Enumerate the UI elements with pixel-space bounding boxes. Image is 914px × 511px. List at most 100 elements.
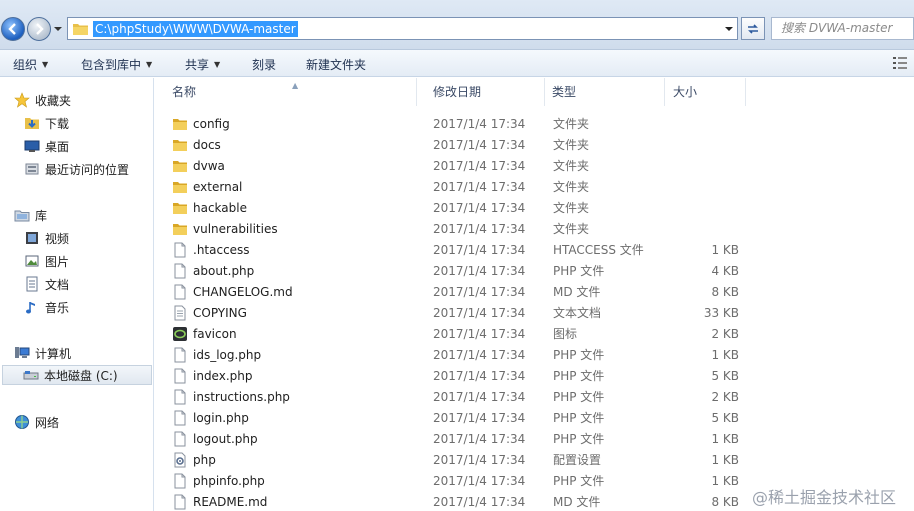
sidebar-item-recent[interactable]: 最近访问的位置 <box>24 159 152 179</box>
file-type: PHP 文件 <box>553 474 605 488</box>
sidebar-item-downloads[interactable]: 下载 <box>24 113 152 133</box>
file-name[interactable]: hackable <box>193 200 247 217</box>
file-name[interactable]: phpinfo.php <box>193 473 265 490</box>
file-type: MD 文件 <box>553 495 601 509</box>
burn-button[interactable]: 刻录 <box>252 56 276 73</box>
watermark: @稀土掘金技术社区 <box>752 488 897 507</box>
star-icon <box>14 92 30 108</box>
column-header-label: 修改日期 <box>433 85 482 99</box>
sidebar-item-network[interactable]: 网络 <box>14 412 152 432</box>
file-size: 1 KB <box>711 243 739 257</box>
video-icon <box>24 230 40 246</box>
file-name[interactable]: dvwa <box>193 158 225 175</box>
file-name[interactable]: login.php <box>193 410 249 427</box>
file-modified-date: 2017/1/4 17:34 <box>433 495 526 509</box>
arrow-left-icon <box>8 23 16 35</box>
file-size: 1 KB <box>711 453 739 467</box>
navigation-pane: 收藏夹 下载 桌面 最近访问的位置 库 视频 图片 文档 音乐 计算机 本地磁盘… <box>0 78 154 511</box>
file-name[interactable]: vulnerabilities <box>193 221 278 238</box>
address-path[interactable]: C:\phpStudy\WWW\DVWA-master <box>93 20 298 37</box>
new-folder-button[interactable]: 新建文件夹 <box>306 56 366 73</box>
file-modified-date: 2017/1/4 17:34 <box>433 453 526 467</box>
sidebar-item-videos[interactable]: 视频 <box>24 228 152 248</box>
table-row[interactable]: instructions.php 2017/1/4 17:34 PHP 文件 2 KB <box>170 387 745 408</box>
file-name[interactable]: config <box>193 116 230 133</box>
share-button[interactable]: 共享 ▼ <box>185 56 220 73</box>
caret-down-icon: ▼ <box>146 60 153 69</box>
table-row[interactable]: config 2017/1/4 17:34 文件夹 <box>170 114 745 135</box>
file-type: 文本文档 <box>553 306 602 320</box>
file-icon <box>172 410 188 426</box>
table-row[interactable]: about.php 2017/1/4 17:34 PHP 文件 4 KB <box>170 261 745 282</box>
column-header-modified[interactable]: 修改日期 <box>425 78 545 106</box>
arrow-right-icon <box>36 23 44 35</box>
table-row[interactable]: hackable 2017/1/4 17:34 文件夹 <box>170 198 745 219</box>
sidebar-item-label: 最近访问的位置 <box>45 162 130 177</box>
file-type: PHP 文件 <box>553 411 605 425</box>
file-name[interactable]: COPYING <box>193 305 247 322</box>
sidebar-item-local-disk[interactable]: 本地磁盘 (C:) <box>2 365 152 385</box>
table-row[interactable]: ids_log.php 2017/1/4 17:34 PHP 文件 1 KB <box>170 345 745 366</box>
forward-button[interactable] <box>27 17 51 41</box>
sidebar-item-desktop[interactable]: 桌面 <box>24 136 152 156</box>
file-name[interactable]: instructions.php <box>193 389 290 406</box>
file-name[interactable]: php <box>193 452 216 469</box>
recent-places-icon <box>24 161 40 177</box>
file-name[interactable]: CHANGELOG.md <box>193 284 293 301</box>
file-modified-date: 2017/1/4 17:34 <box>433 327 526 341</box>
sidebar-item-pictures[interactable]: 图片 <box>24 251 152 271</box>
file-type: 文件夹 <box>553 117 590 131</box>
column-header-size[interactable]: 大小 <box>665 78 746 106</box>
table-row[interactable]: CHANGELOG.md 2017/1/4 17:34 MD 文件 8 KB <box>170 282 745 303</box>
view-options-icon[interactable] <box>893 57 907 69</box>
sidebar-item-label: 库 <box>35 208 48 223</box>
table-row[interactable]: external 2017/1/4 17:34 文件夹 <box>170 177 745 198</box>
column-header-name[interactable]: 名称 <box>155 78 417 106</box>
sidebar-item-label: 收藏夹 <box>35 93 72 108</box>
recent-pages-chevron-down-icon[interactable] <box>53 24 63 34</box>
computer-icon <box>14 345 30 361</box>
table-row[interactable]: php 2017/1/4 17:34 配置设置 1 KB <box>170 450 745 471</box>
address-chevron-down-icon[interactable] <box>725 25 733 33</box>
table-row[interactable]: favicon 2017/1/4 17:34 图标 2 KB <box>170 324 745 345</box>
table-row[interactable]: dvwa 2017/1/4 17:34 文件夹 <box>170 156 745 177</box>
table-row[interactable]: index.php 2017/1/4 17:34 PHP 文件 5 KB <box>170 366 745 387</box>
file-modified-date: 2017/1/4 17:34 <box>433 138 526 152</box>
include-library-button[interactable]: 包含到库中 ▼ <box>81 56 152 73</box>
folder-icon <box>172 221 188 237</box>
file-modified-date: 2017/1/4 17:34 <box>433 432 526 446</box>
back-button[interactable] <box>1 17 25 41</box>
sidebar-item-music[interactable]: 音乐 <box>24 297 152 317</box>
sidebar-item-documents[interactable]: 文档 <box>24 274 152 294</box>
file-icon <box>172 263 188 279</box>
sidebar-item-favorites[interactable]: 收藏夹 <box>14 90 152 110</box>
table-row[interactable]: logout.php 2017/1/4 17:34 PHP 文件 1 KB <box>170 429 745 450</box>
table-row[interactable]: phpinfo.php 2017/1/4 17:34 PHP 文件 1 KB <box>170 471 745 492</box>
sidebar-item-computer[interactable]: 计算机 <box>14 343 152 363</box>
file-size: 1 KB <box>711 432 739 446</box>
file-name[interactable]: about.php <box>193 263 254 280</box>
file-modified-date: 2017/1/4 17:34 <box>433 159 526 173</box>
table-row[interactable]: login.php 2017/1/4 17:34 PHP 文件 5 KB <box>170 408 745 429</box>
table-row[interactable]: README.md 2017/1/4 17:34 MD 文件 8 KB <box>170 492 745 511</box>
file-name[interactable]: .htaccess <box>193 242 250 259</box>
table-row[interactable]: docs 2017/1/4 17:34 文件夹 <box>170 135 745 156</box>
table-row[interactable]: COPYING 2017/1/4 17:34 文本文档 33 KB <box>170 303 745 324</box>
file-name[interactable]: external <box>193 179 242 196</box>
file-name[interactable]: favicon <box>193 326 237 343</box>
file-name[interactable]: index.php <box>193 368 252 385</box>
file-name[interactable]: docs <box>193 137 221 154</box>
table-row[interactable]: .htaccess 2017/1/4 17:34 HTACCESS 文件 1 KB <box>170 240 745 261</box>
address-input[interactable]: C:\phpStudy\WWW\DVWA-master <box>67 17 738 40</box>
organize-button[interactable]: 组织 ▼ <box>13 56 48 73</box>
refresh-button[interactable] <box>741 17 765 40</box>
table-row[interactable]: vulnerabilities 2017/1/4 17:34 文件夹 <box>170 219 745 240</box>
file-modified-date: 2017/1/4 17:34 <box>433 369 526 383</box>
column-header-type[interactable]: 类型 <box>545 78 665 106</box>
sidebar-item-libraries[interactable]: 库 <box>14 205 152 225</box>
search-input[interactable]: 搜索 DVWA-master <box>771 17 914 40</box>
file-type: PHP 文件 <box>553 369 605 383</box>
file-name[interactable]: ids_log.php <box>193 347 261 364</box>
file-name[interactable]: README.md <box>193 494 267 511</box>
file-name[interactable]: logout.php <box>193 431 258 448</box>
